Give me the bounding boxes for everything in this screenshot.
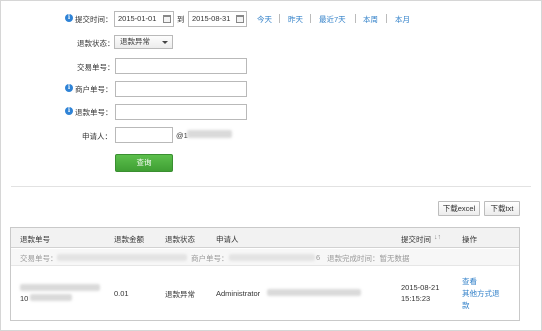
query-button[interactable]: 查询 bbox=[115, 154, 173, 172]
quick-range-this-month[interactable]: 本月 bbox=[395, 14, 410, 25]
refund-status-value: 退款异常 bbox=[120, 37, 150, 46]
table-header: 退款单号 退款金额 退款状态 申请人 提交时间 ↓↑ 操作 bbox=[11, 228, 519, 248]
view-link[interactable]: 查看 bbox=[462, 276, 477, 287]
applicant-name: Administrator bbox=[216, 289, 261, 298]
other-refund-method-link[interactable]: 其他方式退 bbox=[462, 288, 500, 299]
calendar-icon[interactable] bbox=[163, 15, 171, 23]
transaction-no-input[interactable] bbox=[115, 58, 247, 74]
start-date-input[interactable]: 2015-01-01 bbox=[114, 11, 174, 27]
date-range-separator: 到 bbox=[177, 15, 185, 24]
info-icon: i bbox=[65, 84, 73, 92]
start-date-value: 2015-01-01 bbox=[118, 14, 157, 23]
refund-amount: 0.01 bbox=[114, 289, 129, 298]
redacted-text bbox=[30, 294, 72, 301]
redacted-text bbox=[267, 289, 361, 296]
submit-date: 2015-08-21 bbox=[401, 283, 440, 292]
refund-status-select[interactable]: 退款异常 bbox=[114, 35, 173, 49]
refund-no-input[interactable] bbox=[115, 104, 247, 120]
refund-no-prefix: 10 bbox=[20, 294, 29, 303]
redacted-text bbox=[187, 130, 232, 138]
chevron-down-icon bbox=[162, 41, 168, 44]
table-row: 10 0.01 退款异常 Administrator 2015-08-21 15… bbox=[11, 267, 519, 321]
section-divider bbox=[11, 186, 531, 187]
separator bbox=[310, 14, 311, 23]
separator bbox=[279, 14, 280, 23]
refund-results-table: 退款单号 退款金额 退款状态 申请人 提交时间 ↓↑ 操作 交易单号： 商户单号… bbox=[10, 227, 520, 321]
redacted-text bbox=[229, 254, 315, 261]
refund-no-label: 退款单号： bbox=[75, 108, 113, 117]
merchant-no-tail: 6 bbox=[316, 253, 321, 262]
merchant-no-sub-label: 商户单号： bbox=[191, 254, 229, 263]
column-header-submit-time[interactable]: 提交时间 bbox=[401, 234, 431, 245]
refund-status: 退款异常 bbox=[165, 290, 195, 299]
sort-icon[interactable]: ↓↑ bbox=[434, 234, 441, 241]
refund-complete-time: 退款完成时间：暂无数据 bbox=[327, 254, 410, 263]
transaction-no-sub-label: 交易单号： bbox=[20, 254, 58, 263]
submit-time-label: 提交时间： bbox=[75, 15, 113, 24]
end-date-input[interactable]: 2015-08-31 bbox=[188, 11, 247, 27]
end-date-value: 2015-08-31 bbox=[192, 14, 231, 23]
refund-status-label: 退款状态： bbox=[77, 39, 115, 48]
redacted-text bbox=[57, 254, 187, 261]
calendar-icon[interactable] bbox=[236, 15, 244, 23]
submit-time: 15:15:23 bbox=[401, 294, 431, 303]
column-header-actions: 操作 bbox=[462, 235, 477, 244]
separator bbox=[355, 14, 356, 23]
quick-range-today[interactable]: 今天 bbox=[257, 14, 272, 25]
download-txt-button[interactable]: 下载txt bbox=[484, 201, 520, 216]
separator bbox=[386, 14, 387, 23]
column-header-applicant: 申请人 bbox=[216, 235, 239, 244]
quick-range-this-week[interactable]: 本周 bbox=[363, 14, 378, 25]
download-excel-button[interactable]: 下载excel bbox=[438, 201, 480, 216]
transaction-no-label: 交易单号： bbox=[77, 63, 115, 72]
applicant-label: 申请人： bbox=[82, 132, 112, 141]
column-header-amount: 退款金额 bbox=[114, 235, 144, 244]
quick-range-last7days[interactable]: 最近7天 bbox=[319, 14, 346, 25]
other-refund-method-link-cont[interactable]: 款 bbox=[462, 300, 470, 311]
order-info-row: 交易单号： 商户单号： 6 退款完成时间：暂无数据 bbox=[11, 249, 519, 266]
quick-range-yesterday[interactable]: 昨天 bbox=[288, 14, 303, 25]
merchant-no-input[interactable] bbox=[115, 81, 247, 97]
info-icon: i bbox=[65, 14, 73, 22]
redacted-text bbox=[20, 284, 100, 291]
info-icon: i bbox=[65, 107, 73, 115]
merchant-no-label: 商户单号： bbox=[75, 85, 113, 94]
column-header-refund-no: 退款单号 bbox=[20, 235, 50, 244]
column-header-status: 退款状态 bbox=[165, 235, 195, 244]
applicant-input[interactable] bbox=[115, 127, 173, 143]
refund-query-panel: i 提交时间： 2015-01-01 到 2015-08-31 今天 昨天 最近… bbox=[0, 0, 542, 331]
